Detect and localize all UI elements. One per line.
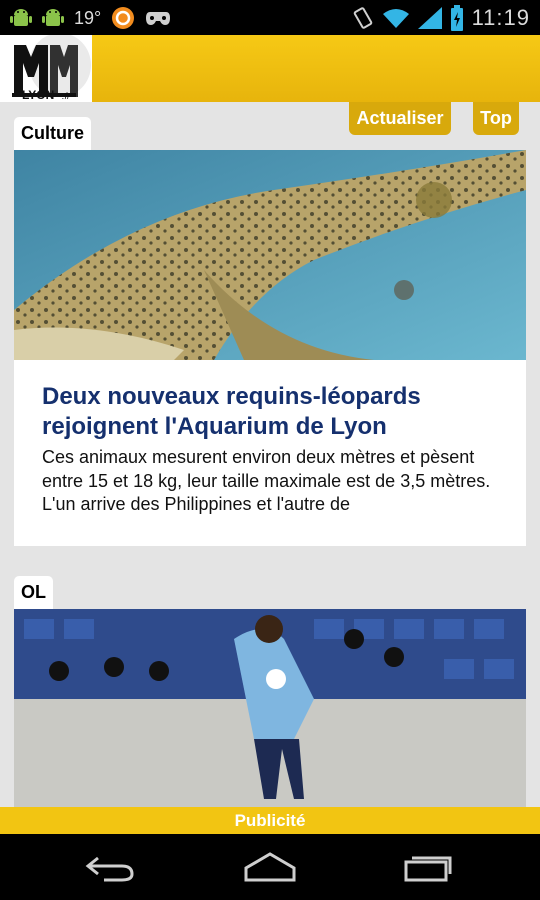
article-card[interactable]: Deux nouveaux requins-léopards rejoignen… (14, 150, 526, 546)
status-bar-notifications: 19° (10, 6, 171, 30)
status-bar-system: 11:19 (352, 4, 530, 32)
article-excerpt: Ces animaux mesurent environ deux mètres… (42, 447, 491, 514)
article-image[interactable] (14, 609, 526, 807)
article-card[interactable] (14, 609, 526, 807)
ad-banner[interactable]: Publicité (0, 807, 540, 834)
category-tag[interactable]: OL (14, 576, 53, 609)
home-icon[interactable] (240, 850, 300, 884)
status-bar: 19° 11:19 (0, 0, 540, 35)
clock: 11:19 (471, 5, 530, 30)
vibrate-icon (353, 7, 372, 29)
system-nav-bar (0, 834, 540, 900)
android-icon (10, 9, 32, 26)
logo-text: LYON (22, 88, 54, 102)
top-button[interactable]: Top (473, 102, 519, 135)
article-image[interactable] (14, 150, 526, 360)
android-icon (42, 9, 64, 26)
back-icon[interactable] (82, 850, 142, 884)
battery-icon (450, 5, 463, 31)
logo-suffix: .fr (62, 91, 71, 101)
app-header: LYON .fr (0, 35, 540, 102)
mlyon-logo[interactable]: LYON .fr (0, 35, 92, 102)
refresh-button[interactable]: Actualiser (349, 102, 451, 135)
temperature: 19° (74, 7, 102, 28)
category-tag[interactable]: Culture (14, 117, 91, 150)
wifi-icon (382, 9, 409, 28)
recent-apps-icon[interactable] (398, 850, 458, 884)
signal-icon (417, 7, 442, 29)
circle-app-icon (112, 7, 135, 29)
article-title[interactable]: Deux nouveaux requins-léopards rejoignen… (42, 382, 512, 442)
gamepad-icon (146, 12, 171, 25)
